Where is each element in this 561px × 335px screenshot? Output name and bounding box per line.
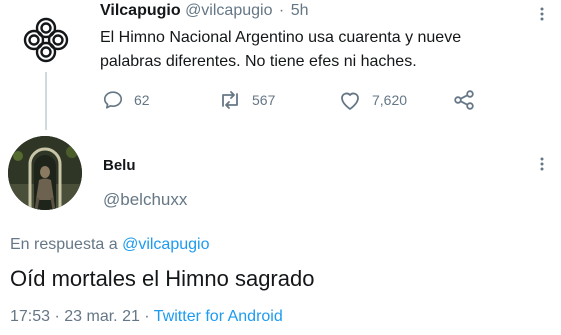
profile-photo bbox=[8, 136, 82, 210]
reply-icon bbox=[103, 91, 123, 109]
reply-button[interactable]: 62 bbox=[102, 86, 150, 114]
reply-timestamp[interactable]: 17:53 · 23 mar. 21 · bbox=[10, 308, 150, 325]
header-separator: · bbox=[278, 2, 285, 19]
retweet-button[interactable]: 567 bbox=[218, 86, 275, 114]
reply-tweet-meta: 17:53 · 23 mar. 21 · Twitter for Android bbox=[10, 308, 283, 326]
original-tweet-more-icon[interactable] bbox=[538, 6, 546, 22]
original-author-handle[interactable]: @vilcapugio bbox=[185, 2, 272, 19]
share-button[interactable] bbox=[453, 86, 475, 114]
replying-to-prefix: En respuesta a bbox=[10, 236, 118, 253]
belu-avatar[interactable] bbox=[8, 136, 82, 210]
tweet-source-link[interactable]: Twitter for Android bbox=[154, 308, 283, 325]
reply-author-name[interactable]: Belu bbox=[103, 157, 136, 174]
retweet-count: 567 bbox=[252, 92, 276, 108]
tweet-detail-screen: Vilcapugio @vilcapugio · 5h El Himno Nac… bbox=[0, 0, 561, 335]
vilcapugio-avatar[interactable] bbox=[20, 14, 72, 66]
original-author-name[interactable]: Vilcapugio bbox=[100, 2, 181, 19]
replying-to-line: En respuesta a @vilcapugio bbox=[10, 236, 209, 254]
replying-to-mention[interactable]: @vilcapugio bbox=[122, 236, 209, 253]
reply-count: 62 bbox=[134, 92, 150, 108]
reply-tweet-more-icon[interactable] bbox=[538, 156, 546, 172]
reply-author-handle[interactable]: @belchuxx bbox=[103, 190, 187, 210]
like-count: 7,620 bbox=[372, 92, 408, 108]
tweet-action-bar: 62 567 7,620 bbox=[100, 86, 490, 114]
original-tweet-time[interactable]: 5h bbox=[291, 2, 309, 19]
knot-logo-icon bbox=[23, 17, 69, 63]
reply-tweet-text: Oíd mortales el Himno sagrado bbox=[10, 266, 315, 291]
original-tweet-header: Vilcapugio @vilcapugio · 5h bbox=[100, 2, 309, 20]
like-button[interactable]: 7,620 bbox=[338, 86, 407, 114]
retweet-icon bbox=[222, 91, 238, 109]
heart-icon bbox=[341, 92, 359, 110]
original-tweet-text: El Himno Nacional Argentino usa cuarenta… bbox=[100, 29, 462, 70]
share-icon bbox=[454, 90, 474, 110]
thread-connector-line bbox=[45, 72, 47, 130]
